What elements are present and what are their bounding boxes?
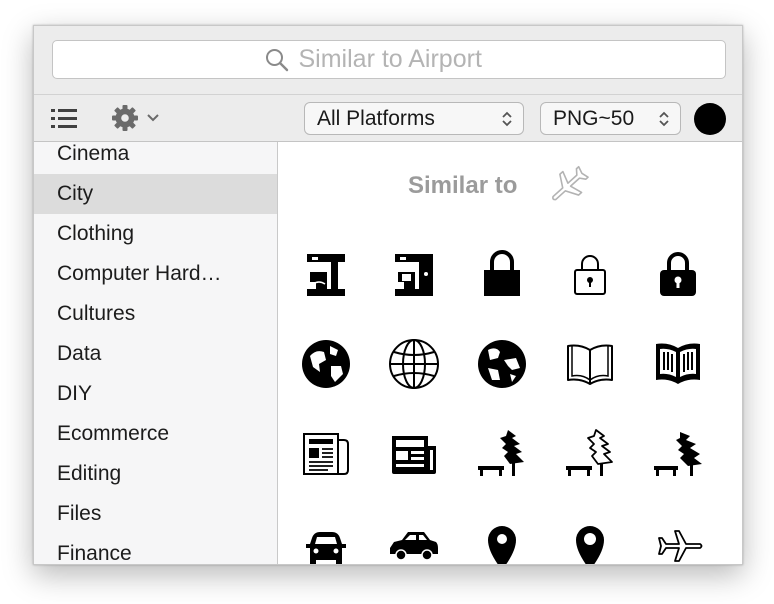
padlock-keyhole-icon [660,252,696,296]
toolbar: All Platforms PNG~50 [34,94,742,142]
up-down-arrows-icon [502,111,512,127]
icon-cell[interactable] [562,336,618,392]
sidebar-item-data[interactable]: Data [34,334,277,374]
icon-cell[interactable] [386,518,442,564]
sidebar-item-files[interactable]: Files [34,494,277,534]
icon-cell[interactable] [474,336,530,392]
coffee-maker-icon [307,254,345,296]
search-input[interactable] [298,45,514,74]
search-icon [265,48,288,71]
open-book-filled-icon [656,343,700,384]
sidebar-item-label: DIY [57,382,93,405]
sidebar-item-label: Files [57,502,102,525]
format-select[interactable]: PNG~50 [540,102,681,135]
newspaper-filled-icon [392,436,436,474]
sidebar-item-label: Finance [57,542,132,564]
globe-outline-icon [389,339,439,389]
icon-cell[interactable] [474,426,530,482]
format-select-value: PNG~50 [553,107,635,130]
icon-cell[interactable] [298,246,354,302]
car-side-icon [390,532,438,561]
park-tree-bench-icon [478,430,524,476]
map-pin-alt-icon [576,526,604,564]
list-view-button[interactable] [50,108,78,130]
up-down-arrows-icon [659,111,669,127]
search-field[interactable] [52,40,726,79]
icon-cell[interactable] [386,246,442,302]
park-tree-bench-outline-icon [566,429,613,476]
sidebar-item-label: Data [57,342,102,365]
globe-filled-icon [302,340,350,388]
sidebar-item-editing[interactable]: Editing [34,454,277,494]
color-picker-button[interactable] [694,103,726,135]
search-bar [34,26,742,94]
platform-select[interactable]: All Platforms [304,102,524,135]
icon-cell[interactable] [474,518,530,564]
icon-cell[interactable] [650,426,706,482]
earth-icon [478,340,526,388]
sidebar-item-label: Cultures [57,302,136,325]
app-window: All Platforms PNG~50 Cinema City Clothin… [33,25,743,565]
sidebar-item-finance[interactable]: Finance [34,534,277,564]
newspaper-outline-icon [303,433,349,475]
chevron-down-icon [147,114,159,122]
sidebar-item-clothing[interactable]: Clothing [34,214,277,254]
icon-cell[interactable] [298,518,354,564]
sidebar-item-label: Cinema [57,142,130,165]
sidebar-item-computer-hardware[interactable]: Computer Hard… [34,254,277,294]
open-book-outline-icon [567,344,613,385]
results-heading: Similar to [408,172,518,199]
icon-results-panel: Similar to [278,142,742,564]
icon-cell[interactable] [562,246,618,302]
coffee-maker-filled-icon [395,254,433,296]
sidebar-item-label: Clothing [57,222,135,245]
sidebar-item-label: City [57,182,94,205]
sidebar-item-ecommerce[interactable]: Ecommerce [34,414,277,454]
icon-cell[interactable] [386,336,442,392]
icon-cell[interactable] [474,246,530,302]
sidebar-item-cultures[interactable]: Cultures [34,294,277,334]
icon-cell[interactable] [650,336,706,392]
list-icon [51,109,77,128]
padlock-outline-icon [574,255,606,295]
sidebar-item-label: Editing [57,462,122,485]
sidebar-item-label: Computer Hard… [57,262,222,285]
sidebar-item-city[interactable]: City [34,174,277,214]
icon-cell[interactable] [298,426,354,482]
gear-icon [112,105,138,131]
sidebar-item-label: Ecommerce [57,422,170,445]
icon-cell[interactable] [650,246,706,302]
park-tree-bench-solid-icon [654,432,702,476]
icon-cell[interactable] [562,518,618,564]
icon-cell[interactable] [298,336,354,392]
airplane-outline-icon [552,165,589,201]
sidebar-item-cinema[interactable]: Cinema [34,142,277,174]
icon-cell[interactable] [650,518,706,564]
icon-cell[interactable] [562,426,618,482]
icon-cell[interactable] [386,426,442,482]
airplane-outline-icon [658,530,703,562]
category-sidebar: Cinema City Clothing Computer Hard… Cult… [34,142,278,564]
map-pin-icon [488,526,516,564]
settings-menu-button[interactable] [111,104,165,132]
platform-select-value: All Platforms [317,107,435,130]
sidebar-item-diy[interactable]: DIY [34,374,277,414]
padlock-filled-icon [484,250,520,296]
car-front-icon [306,532,346,564]
